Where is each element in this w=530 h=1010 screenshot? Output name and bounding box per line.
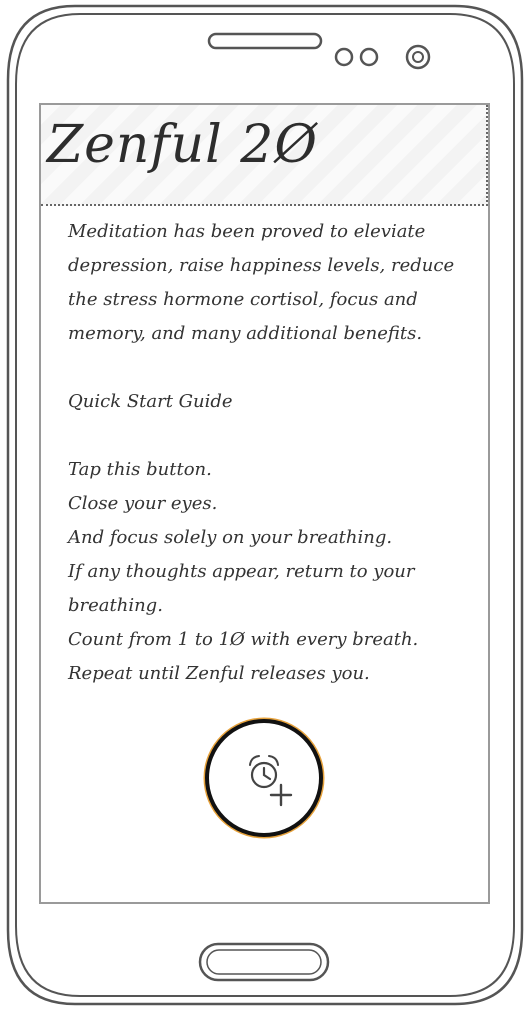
guide-steps-list: Tap this button. Close your eyes. And fo… <box>68 453 478 691</box>
front-camera-icon <box>405 44 431 70</box>
earpiece-speaker <box>207 32 323 50</box>
guide-step: Close your eyes. <box>68 493 218 514</box>
guide-step: Count from 1 to 1Ø with every breath. <box>68 629 419 650</box>
guide-step: Repeat until Zenful releases you. <box>68 663 370 684</box>
guide-step: If any thoughts appear, return to your b… <box>68 561 415 616</box>
guide-step: And focus solely on your breathing. <box>68 527 393 548</box>
app-title: Zenful 2Ø <box>47 115 319 175</box>
main-content: Meditation has been proved to eleviate d… <box>68 215 478 691</box>
intro-paragraph: Meditation has been proved to eleviate d… <box>68 221 455 344</box>
app-screen: Zenful 2Ø Meditation has been proved to … <box>39 103 490 904</box>
start-timer-button[interactable] <box>205 719 323 837</box>
guide-step: Tap this button. <box>68 459 212 480</box>
light-sensor-icon <box>359 47 379 67</box>
app-header: Zenful 2Ø <box>41 105 488 206</box>
add-alarm-icon <box>249 755 293 807</box>
proximity-sensor-icon <box>334 47 354 67</box>
guide-heading: Quick Start Guide <box>68 391 233 412</box>
